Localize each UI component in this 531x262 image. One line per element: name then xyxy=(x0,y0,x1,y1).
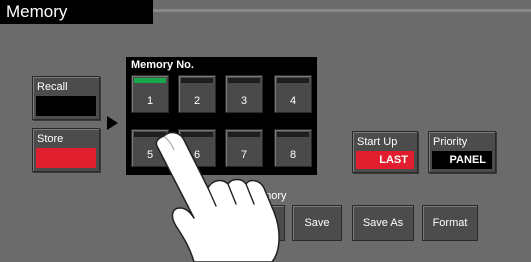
window-title: Memory xyxy=(6,2,68,21)
memory-slot-number: 1 xyxy=(146,95,154,107)
slot-indicator xyxy=(277,78,309,83)
memory-slot-1[interactable]: 1 xyxy=(131,75,169,113)
store-label: Store xyxy=(37,133,64,145)
memory-slot-number: 4 xyxy=(289,95,297,107)
memory-group-title: Memory No. xyxy=(131,59,194,71)
store-button[interactable]: Store xyxy=(32,128,100,172)
startup-value: LAST xyxy=(356,151,414,169)
format-button[interactable]: Format xyxy=(422,205,478,241)
recall-indicator xyxy=(36,96,96,116)
startup-button[interactable]: Start Up LAST xyxy=(352,131,418,173)
priority-label: Priority xyxy=(433,136,468,148)
arrow-right-icon xyxy=(107,116,118,130)
active-indicator xyxy=(134,78,166,83)
pointing-hand-icon xyxy=(155,131,280,262)
memory-slot-number: 3 xyxy=(240,95,248,107)
slot-indicator xyxy=(181,78,213,83)
memory-slot-number: 2 xyxy=(193,95,201,107)
window-title-bar: Memory xyxy=(0,0,153,24)
recall-button[interactable]: Recall xyxy=(32,76,100,120)
store-indicator xyxy=(36,148,96,168)
startup-label: Start Up xyxy=(357,136,398,148)
title-divider xyxy=(153,9,531,12)
slot-indicator xyxy=(228,78,260,83)
priority-button[interactable]: Priority PANEL xyxy=(428,131,496,173)
memory-slot-4[interactable]: 4 xyxy=(274,75,312,113)
memory-slot-2[interactable]: 2 xyxy=(178,75,216,113)
memory-slot-3[interactable]: 3 xyxy=(225,75,263,113)
save-as-button[interactable]: Save As xyxy=(352,205,414,241)
priority-value: PANEL xyxy=(432,151,492,169)
recall-label: Recall xyxy=(37,81,68,93)
